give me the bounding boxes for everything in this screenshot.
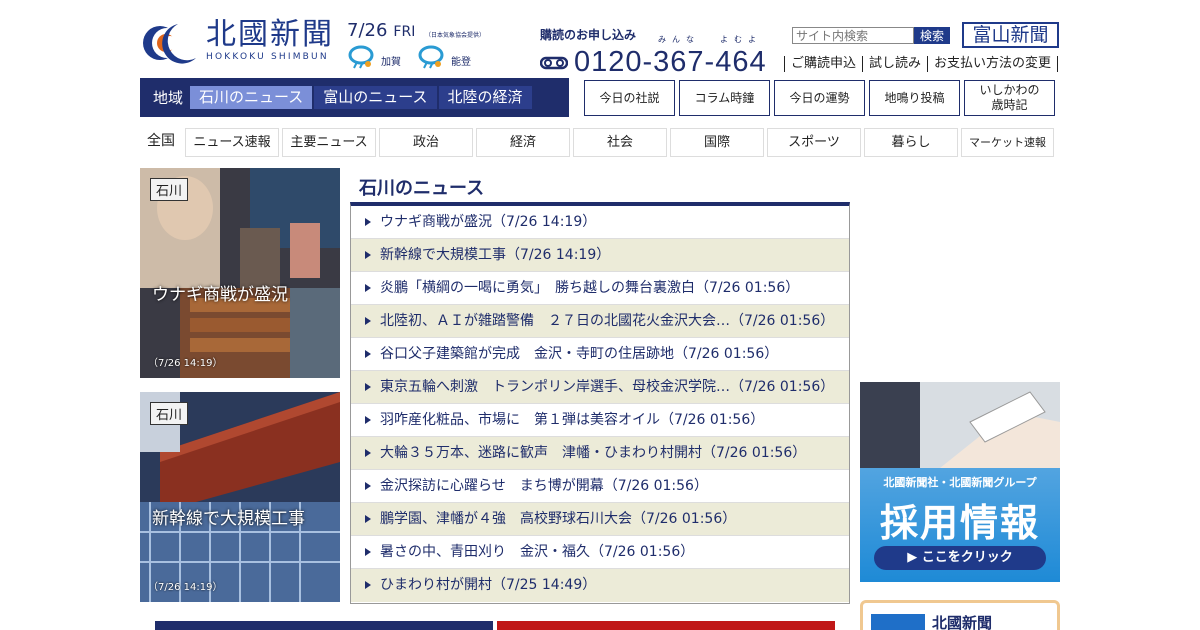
logo-title: 北國新聞: [206, 17, 334, 52]
category-sports[interactable]: スポーツ: [767, 128, 861, 157]
bottom-banner-left[interactable]: [155, 621, 493, 630]
photo-card-eel[interactable]: 石川 ウナギ商戦が盛況 （7/26 14:19）: [140, 168, 340, 378]
arrow-icon: [365, 449, 371, 457]
promo-logo-icon: [871, 614, 925, 630]
arrow-icon: [365, 317, 371, 325]
news-item[interactable]: 暑さの中、青田刈り 金沢・福久（7/26 01:56）: [351, 536, 849, 569]
logo-subtitle: HOKKOKU SHIMBUN: [206, 52, 329, 62]
util-link-trial[interactable]: 試し読み: [862, 56, 927, 72]
news-section-title: 石川のニュース: [359, 178, 485, 199]
bottom-banner-right[interactable]: [497, 621, 835, 630]
region-tag: 石川: [150, 402, 189, 425]
toyama-shimbun-link[interactable]: 富山新聞: [962, 22, 1059, 48]
category-economy[interactable]: 経済: [476, 128, 570, 157]
rain-cloud-icon: [418, 45, 444, 69]
arrow-icon: [365, 350, 371, 358]
arrow-icon: [365, 383, 371, 391]
news-item[interactable]: ウナギ商戦が盛況（7/26 14:19）: [351, 206, 849, 239]
arrow-icon: [365, 581, 371, 589]
seasonal-calendar-button[interactable]: いしかわの 歳時記: [964, 80, 1055, 116]
horoscope-button[interactable]: 今日の運勢: [774, 80, 865, 116]
category-living[interactable]: 暮らし: [864, 128, 958, 157]
weather-area-label: 能登: [451, 57, 471, 68]
promo-title: 北國新聞: [932, 614, 993, 630]
photo-caption: 新幹線で大規模工事: [152, 509, 305, 529]
feature-buttons: 今日の社説 コラム時鐘 今日の運勢 地鳴り投稿 いしかわの 歳時記: [584, 80, 1059, 116]
category-international[interactable]: 国際: [670, 128, 764, 157]
news-item[interactable]: 大輪３５万本、迷路に歓声 津幡・ひまわり村開村（7/26 01:56）: [351, 437, 849, 470]
site-search: 検索: [792, 27, 950, 44]
phone-number[interactable]: 0120-367-464: [574, 46, 767, 79]
category-label: 全国: [147, 133, 175, 149]
reader-post-button[interactable]: 地鳴り投稿: [869, 80, 960, 116]
tab-ishikawa-news[interactable]: 石川のニュース: [190, 86, 313, 109]
region-tag: 石川: [150, 178, 189, 201]
promo-box[interactable]: 北國新聞: [860, 600, 1060, 630]
editorial-button[interactable]: 今日の社説: [584, 80, 675, 116]
page: 北國新聞 HOKKOKU SHIMBUN 7/26 FRI （日本気象協会提供） …: [140, 0, 1060, 630]
photo-caption: ウナギ商戦が盛況: [152, 285, 288, 305]
date: 7/26: [347, 20, 388, 41]
category-breaking-news[interactable]: ニュース速報: [185, 128, 279, 157]
weather-noto[interactable]: 能登: [417, 44, 471, 70]
arrow-icon: [365, 548, 371, 556]
category-top-news[interactable]: 主要ニュース: [282, 128, 376, 157]
region-nav-label: 地域: [152, 89, 183, 107]
ad-click-button[interactable]: ▶ ここをクリック: [874, 546, 1046, 570]
day-of-week: FRI: [393, 24, 416, 40]
logo-mark-icon: [140, 18, 202, 64]
search-input[interactable]: [792, 27, 914, 44]
site-logo[interactable]: 北國新聞 HOKKOKU SHIMBUN: [140, 16, 340, 66]
photo-timestamp: （7/26 14:19）: [148, 582, 223, 593]
news-item[interactable]: 北陸初、ＡＩが雑踏警備 ２７日の北國花火金沢大会…（7/26 01:56）: [351, 305, 849, 338]
phone-ruby: みんな: [658, 35, 700, 44]
arrow-icon: [365, 251, 371, 259]
weather-kaga[interactable]: 加賀: [347, 44, 401, 70]
tab-hokuriku-economy[interactable]: 北陸の経済: [438, 86, 532, 109]
recruitment-ad[interactable]: 北國新聞社・北國新聞グループ 採用情報 ▶ ここをクリック: [860, 382, 1060, 582]
weather-area-label: 加賀: [381, 57, 401, 68]
utility-links: ご購読申込 試し読み お支払い方法の変更: [784, 56, 1059, 72]
news-list: ウナギ商戦が盛況（7/26 14:19） 新幹線で大規模工事（7/26 14:1…: [350, 202, 850, 604]
rain-cloud-icon: [348, 45, 374, 69]
news-item[interactable]: 羽咋産化粧品、市場に 第１弾は美容オイル（7/26 01:56）: [351, 404, 849, 437]
region-nav: 地域 石川のニュース 富山のニュース 北陸の経済: [140, 78, 569, 117]
search-button[interactable]: 検索: [914, 27, 950, 44]
column-button[interactable]: コラム時鐘: [679, 80, 770, 116]
util-link-subscribe[interactable]: ご購読申込: [784, 56, 862, 72]
category-politics[interactable]: 政治: [379, 128, 473, 157]
phone-ruby: よむよ: [720, 35, 762, 44]
date-weather: 7/26 FRI （日本気象協会提供） 加賀 能登: [347, 20, 497, 74]
news-item[interactable]: 谷口父子建築館が完成 金沢・寺町の住居跡地（7/26 01:56）: [351, 338, 849, 371]
tab-toyama-news[interactable]: 富山のニュース: [314, 86, 437, 109]
util-link-payment[interactable]: お支払い方法の変更: [927, 56, 1059, 72]
photo-card-shinkansen[interactable]: 石川 新幹線で大規模工事 （7/26 14:19）: [140, 392, 340, 602]
subscription-block[interactable]: 購読のお申し込み みんな よむよ 0120-367-464: [540, 26, 780, 79]
weather-credit-link[interactable]: 提供: [467, 32, 479, 39]
news-item[interactable]: 炎鵬「横綱の一喝に勇気」 勝ち越しの舞台裏激白（7/26 01:56）: [351, 272, 849, 305]
news-item[interactable]: ひまわり村が開村（7/25 14:49）: [351, 569, 849, 602]
arrow-icon: [365, 218, 371, 226]
category-market[interactable]: マーケット速報: [961, 128, 1054, 157]
arrow-icon: [365, 284, 371, 292]
category-nav: 全国 ニュース速報 主要ニュース 政治 経済 社会 国際 スポーツ 暮らし マー…: [140, 128, 1057, 157]
photo-timestamp: （7/26 14:19）: [148, 358, 223, 369]
arrow-icon: [365, 482, 371, 490]
news-item[interactable]: 新幹線で大規模工事（7/26 14:19）: [351, 239, 849, 272]
news-item[interactable]: 金沢探訪に心躍らせ まち博が開幕（7/26 01:56）: [351, 470, 849, 503]
weather-credit: （日本気象協会提供）: [425, 32, 486, 39]
news-item[interactable]: 東京五輪へ刺激 トランポリン岸選手、母校金沢学院…（7/26 01:56）: [351, 371, 849, 404]
arrow-icon: [365, 416, 371, 424]
category-society[interactable]: 社会: [573, 128, 667, 157]
arrow-icon: [365, 515, 371, 523]
news-item[interactable]: 鵬学園、津幡が４強 高校野球石川大会（7/26 01:56）: [351, 503, 849, 536]
ad-title: 採用情報: [879, 501, 1040, 545]
ad-subtitle: 北國新聞社・北國新聞グループ: [883, 476, 1037, 489]
free-dial-icon: [540, 56, 568, 69]
